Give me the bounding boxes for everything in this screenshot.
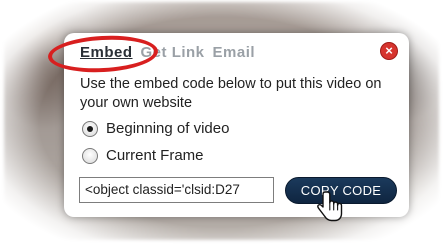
option-label: Current Frame [106,147,204,164]
embed-code-field[interactable]: <object classid='clsid:D27 [79,177,274,203]
option-label: Beginning of video [106,120,230,137]
video-player-background: Embed Get Link Email × Use the embed cod… [0,0,443,244]
hand-cursor-icon [317,191,343,222]
embed-description: Use the embed code below to put this vid… [80,76,382,111]
radio-button-checked[interactable] [82,120,98,137]
radio-button-unchecked[interactable] [82,147,98,164]
option-current-frame[interactable]: Current Frame [82,147,204,164]
close-icon[interactable]: × [380,42,398,60]
tab-email[interactable]: Email [213,44,256,61]
option-beginning-of-video[interactable]: Beginning of video [82,120,229,137]
